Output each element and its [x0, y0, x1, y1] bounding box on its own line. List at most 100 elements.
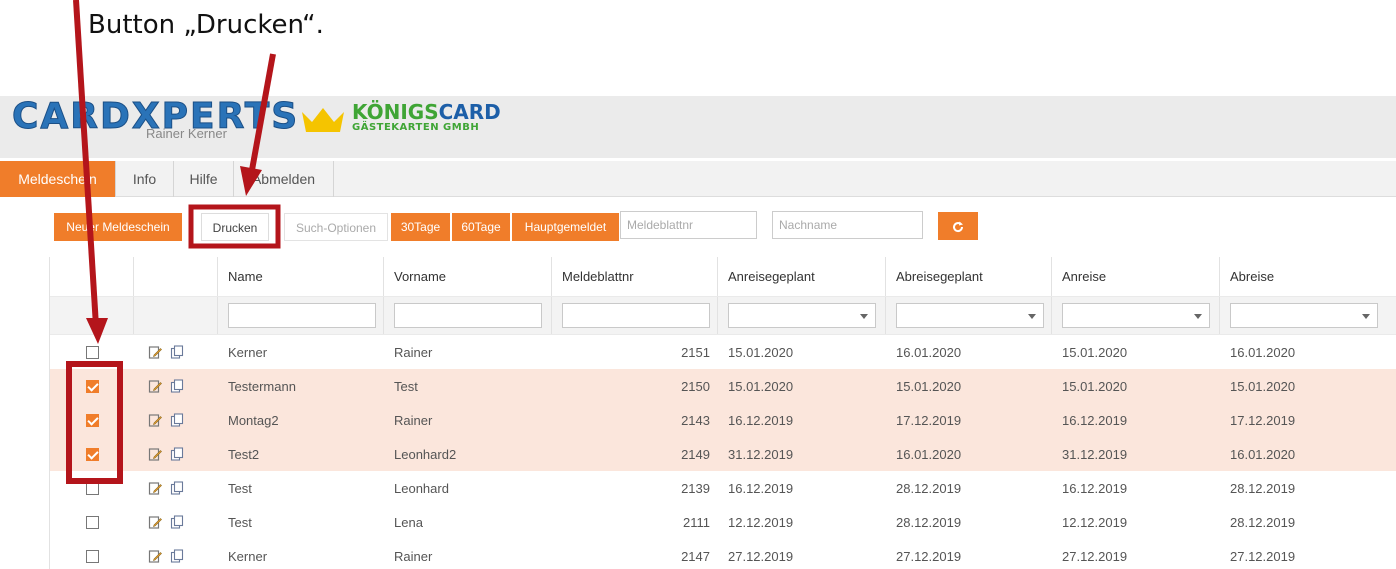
filter-anreise-select[interactable] [1062, 303, 1210, 328]
filter-abreisegeplant-select[interactable] [896, 303, 1044, 328]
edit-icon[interactable] [148, 345, 162, 359]
table-row[interactable]: Testermann Test 2150 15.01.2020 15.01.2020 15… [50, 369, 1396, 403]
cell-abreise: 15.01.2020 [1230, 378, 1296, 394]
edit-icon[interactable] [148, 379, 162, 393]
table-row[interactable]: Kerner Rainer 2147 27.12.2019 27.12.2019 27.1… [50, 539, 1396, 569]
select-cell [50, 403, 134, 437]
cell-abreise: 27.12.2019 [1230, 548, 1296, 564]
nav-item-abmelden[interactable]: Abmelden [234, 161, 334, 197]
nav-item-hilfe[interactable]: Hilfe [174, 161, 234, 197]
meldeblattnr-search-input[interactable] [620, 211, 757, 239]
new-meldeschein-button[interactable]: Neuer Meldeschein [54, 213, 182, 241]
row-select-checkbox[interactable] [86, 549, 99, 563]
row-select-checkbox[interactable] [86, 413, 99, 427]
filter-cell-abreise [1220, 297, 1396, 334]
koenigscard-logo: KÖNIGSCARD [352, 102, 501, 122]
cell-anreisegeplant: 12.12.2019 [728, 514, 794, 530]
column-header-anreise[interactable]: Anreise [1052, 257, 1220, 296]
cell-anreise: 12.12.2019 [1062, 514, 1128, 530]
cell-meldeblattnr: 2151 [681, 344, 710, 360]
days30-button[interactable]: 30Tage [391, 213, 450, 241]
nachname-search-input[interactable] [772, 211, 923, 239]
refresh-button[interactable] [938, 212, 978, 240]
column-header-vorname[interactable]: Vorname [384, 257, 552, 296]
actions-cell [134, 539, 218, 569]
search-options-button[interactable]: Such-Optionen [284, 213, 388, 241]
filter-vorname-input[interactable] [394, 303, 542, 328]
edit-icon[interactable] [148, 447, 162, 461]
cell-meldeblattnr: 2111 [683, 514, 710, 530]
caption-text: Button „Drucken“. [88, 10, 324, 40]
cell-name: Kerner [228, 548, 268, 564]
chevron-down-icon [860, 314, 868, 319]
edit-icon[interactable] [148, 515, 162, 529]
cell-meldeblattnr: 2139 [681, 480, 710, 496]
filter-meldeblattnr-input[interactable] [562, 303, 710, 328]
cell-abreisegeplant: 28.12.2019 [896, 514, 962, 530]
column-header-meldeblattnr[interactable]: Meldeblattnr [552, 257, 718, 296]
table-row[interactable]: Montag2 Rainer 2143 16.12.2019 17.12.2019 16.… [50, 403, 1396, 437]
row-select-checkbox[interactable] [86, 379, 99, 393]
header-actions-cell [134, 257, 218, 296]
hauptgemeldet-button[interactable]: Hauptgemeldet [512, 213, 619, 241]
cell-meldeblattnr: 2143 [681, 412, 710, 428]
select-cell [50, 505, 134, 539]
edit-icon[interactable] [148, 413, 162, 427]
cell-anreise: 15.01.2020 [1062, 344, 1128, 360]
select-cell [50, 471, 134, 505]
table-row[interactable]: Test Leonhard 2139 16.12.2019 28.12.2019 16.1… [50, 471, 1396, 505]
cell-name: Montag2 [228, 412, 279, 428]
copy-icon[interactable] [170, 549, 184, 563]
cell-abreisegeplant: 28.12.2019 [896, 480, 962, 496]
cell-abreisegeplant: 27.12.2019 [896, 548, 962, 564]
filter-cell-abreisegeplant [886, 297, 1052, 334]
column-header-abreise[interactable]: Abreise [1220, 257, 1396, 296]
cell-abreise: 28.12.2019 [1230, 514, 1296, 530]
cell-anreisegeplant: 16.12.2019 [728, 412, 794, 428]
refresh-icon [953, 221, 964, 233]
row-select-checkbox[interactable] [86, 481, 99, 495]
main-nav: Meldeschein Info Hilfe Abmelden [0, 161, 1396, 197]
table-header-row: Name Vorname Meldeblattnr Anreisegeplant… [50, 257, 1396, 297]
row-select-checkbox[interactable] [86, 447, 99, 461]
actions-cell [134, 471, 218, 505]
cell-vorname: Lena [394, 514, 423, 530]
table-row[interactable]: Test2 Leonhard2 2149 31.12.2019 16.01.2020 31… [50, 437, 1396, 471]
print-button[interactable]: Drucken [201, 213, 269, 241]
copy-icon[interactable] [170, 345, 184, 359]
nav-item-info[interactable]: Info [116, 161, 174, 197]
actions-cell [134, 403, 218, 437]
cell-anreisegeplant: 31.12.2019 [728, 446, 794, 462]
filter-anreisegeplant-select[interactable] [728, 303, 876, 328]
edit-icon[interactable] [148, 481, 162, 495]
copy-icon[interactable] [170, 515, 184, 529]
cell-anreise: 16.12.2019 [1062, 412, 1128, 428]
nav-item-meldeschein[interactable]: Meldeschein [0, 161, 116, 197]
copy-icon[interactable] [170, 481, 184, 495]
cell-abreisegeplant: 17.12.2019 [896, 412, 962, 428]
cell-anreise: 27.12.2019 [1062, 548, 1128, 564]
cell-anreise: 31.12.2019 [1062, 446, 1128, 462]
filter-name-input[interactable] [228, 303, 376, 328]
copy-icon[interactable] [170, 447, 184, 461]
cell-name: Test2 [228, 446, 260, 462]
meldeschein-table: Name Vorname Meldeblattnr Anreisegeplant… [49, 257, 1396, 569]
row-select-checkbox[interactable] [86, 345, 99, 359]
filter-abreise-select[interactable] [1230, 303, 1378, 328]
cell-anreisegeplant: 27.12.2019 [728, 548, 794, 564]
filter-cell-vorname [384, 297, 552, 334]
copy-icon[interactable] [170, 413, 184, 427]
edit-icon[interactable] [148, 549, 162, 563]
select-cell [50, 369, 134, 403]
cell-anreisegeplant: 15.01.2020 [728, 344, 794, 360]
table-row[interactable]: Kerner Rainer 2151 15.01.2020 16.01.2020 15.0… [50, 335, 1396, 369]
cell-abreise: 16.01.2020 [1230, 446, 1296, 462]
row-select-checkbox[interactable] [86, 515, 99, 529]
copy-icon[interactable] [170, 379, 184, 393]
table-row[interactable]: Test Lena 2111 12.12.2019 28.12.2019 12.12.20… [50, 505, 1396, 539]
cell-name: Test [228, 480, 252, 496]
days60-button[interactable]: 60Tage [452, 213, 510, 241]
column-header-abreisegeplant[interactable]: Abreisegeplant [886, 257, 1052, 296]
column-header-name[interactable]: Name [218, 257, 384, 296]
column-header-anreisegeplant[interactable]: Anreisegeplant [718, 257, 886, 296]
